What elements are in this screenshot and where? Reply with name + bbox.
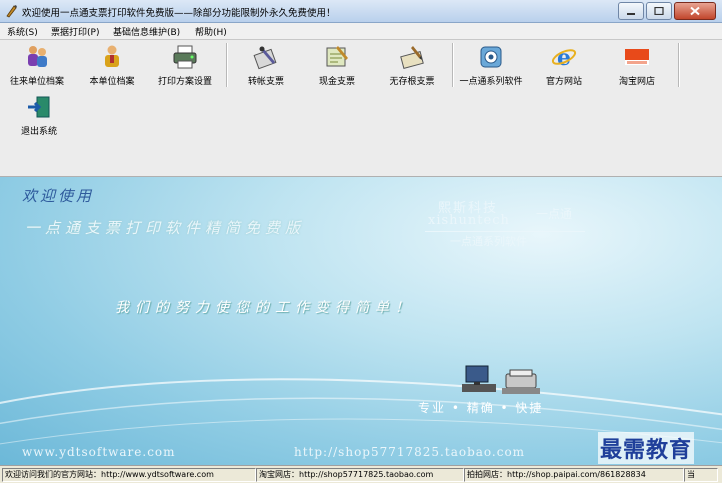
taobao-shop-button[interactable]: 淘宝网店 (600, 42, 674, 87)
website-url: www.ydtsoftware.com (22, 445, 176, 459)
menu-print[interactable]: 票据打印(P) (51, 25, 99, 38)
stubless-check-button[interactable]: 无存根支票 (375, 42, 449, 87)
stubless-check-label: 无存根支票 (389, 77, 435, 87)
svg-text:e: e (557, 45, 571, 70)
slogan-text: 我们的努力使您的工作变得简单！ (115, 300, 415, 316)
partners-button[interactable]: 往来单位档案 (0, 42, 74, 87)
exit-label: 退出系统 (20, 127, 57, 137)
person-icon (105, 45, 119, 67)
brand-series: 一点通系列软件 (450, 235, 527, 248)
shop-url: http://shop57717825.taobao.com (294, 445, 526, 459)
window-title: 欢迎使用一点通支票打印软件免费版——除部分功能限制外永久免费使用！ (22, 8, 336, 19)
exit-button[interactable]: 退出系统 (2, 92, 76, 137)
brand-name-en: xishuntech (428, 213, 510, 228)
app-icon (6, 5, 17, 18)
maximize-button[interactable] (646, 2, 672, 20)
cash-check-icon (326, 46, 348, 67)
welcome-text: 欢迎使用 (22, 187, 95, 205)
software-series-label: 一点通系列软件 (459, 77, 523, 87)
official-site-label: 官方网站 (545, 77, 582, 87)
partners-label: 往来单位档案 (9, 77, 64, 87)
menu-help[interactable]: 帮助(H) (195, 25, 227, 38)
cash-check-button[interactable]: 现金支票 (300, 42, 374, 87)
exit-door-icon (28, 96, 50, 118)
toolbar-separator (226, 43, 228, 87)
menu-system[interactable]: 系统(S) (7, 25, 38, 38)
close-icon (690, 6, 700, 16)
welcome-banner: 欢迎使用 一点通支票打印软件精简免费版 熙斯科技 xishuntech 一点通 … (0, 177, 722, 465)
brand-suffix: 一点通 (536, 207, 573, 221)
official-site-button[interactable]: e 官方网站 (527, 42, 601, 87)
printer-settings-icon (173, 45, 197, 69)
watermark: 最需教育 (598, 432, 695, 464)
transfer-check-button[interactable]: 转帐支票 (229, 42, 303, 87)
print-settings-button[interactable]: 打印方案设置 (148, 42, 222, 87)
window-controls (618, 2, 716, 20)
transfer-check-icon (253, 46, 277, 70)
maximize-icon (654, 7, 664, 15)
taobao-shop-label: 淘宝网店 (618, 77, 655, 87)
toolbar: 往来单位档案 本单位档案 打印方案设置 转帐支票 现金支票 无存根支票 一点通系… (0, 40, 722, 177)
print-settings-label: 打印方案设置 (157, 77, 212, 87)
status-panel-extra: 当 (684, 468, 718, 482)
minimize-button[interactable] (618, 2, 644, 20)
cash-check-label: 现金支票 (318, 77, 355, 87)
status-panel-website: 欢迎访问我们的官方网站：http://www.ydtsoftware.com (2, 468, 256, 482)
product-subtitle: 一点通支票打印软件精简免费版 (25, 219, 306, 237)
status-bar: 欢迎访问我们的官方网站：http://www.ydtsoftware.com 淘… (0, 465, 722, 483)
title-bar: 欢迎使用一点通支票打印软件免费版——除部分功能限制外永久免费使用！ (0, 0, 722, 23)
taobao-logo-icon (625, 49, 649, 65)
computer-illustration-icon (462, 365, 540, 394)
close-button[interactable] (674, 2, 716, 20)
status-panel-paipai: 拍拍网店：http://shop.paipai.com/861828834 (464, 468, 684, 482)
menu-basic-info[interactable]: 基础信息维护(B) (113, 25, 180, 38)
software-series-button[interactable]: 一点通系列软件 (454, 42, 528, 87)
people-icon (28, 46, 47, 67)
brand-divider (425, 231, 585, 232)
ie-browser-icon: e (551, 45, 577, 70)
stubless-check-icon (400, 46, 424, 69)
menu-bar: 系统(S) 票据打印(P) 基础信息维护(B) 帮助(H) (0, 23, 722, 40)
minimize-icon (627, 13, 635, 15)
status-panel-taobao: 淘宝网店：http://shop57717825.taobao.com (256, 468, 464, 482)
software-series-icon (480, 46, 502, 68)
toolbar-separator (678, 43, 680, 87)
tagline-text: 专业 • 精确 • 快捷 (418, 401, 544, 415)
own-company-label: 本单位档案 (89, 77, 135, 87)
transfer-check-label: 转帐支票 (247, 77, 284, 87)
own-company-button[interactable]: 本单位档案 (75, 42, 149, 87)
